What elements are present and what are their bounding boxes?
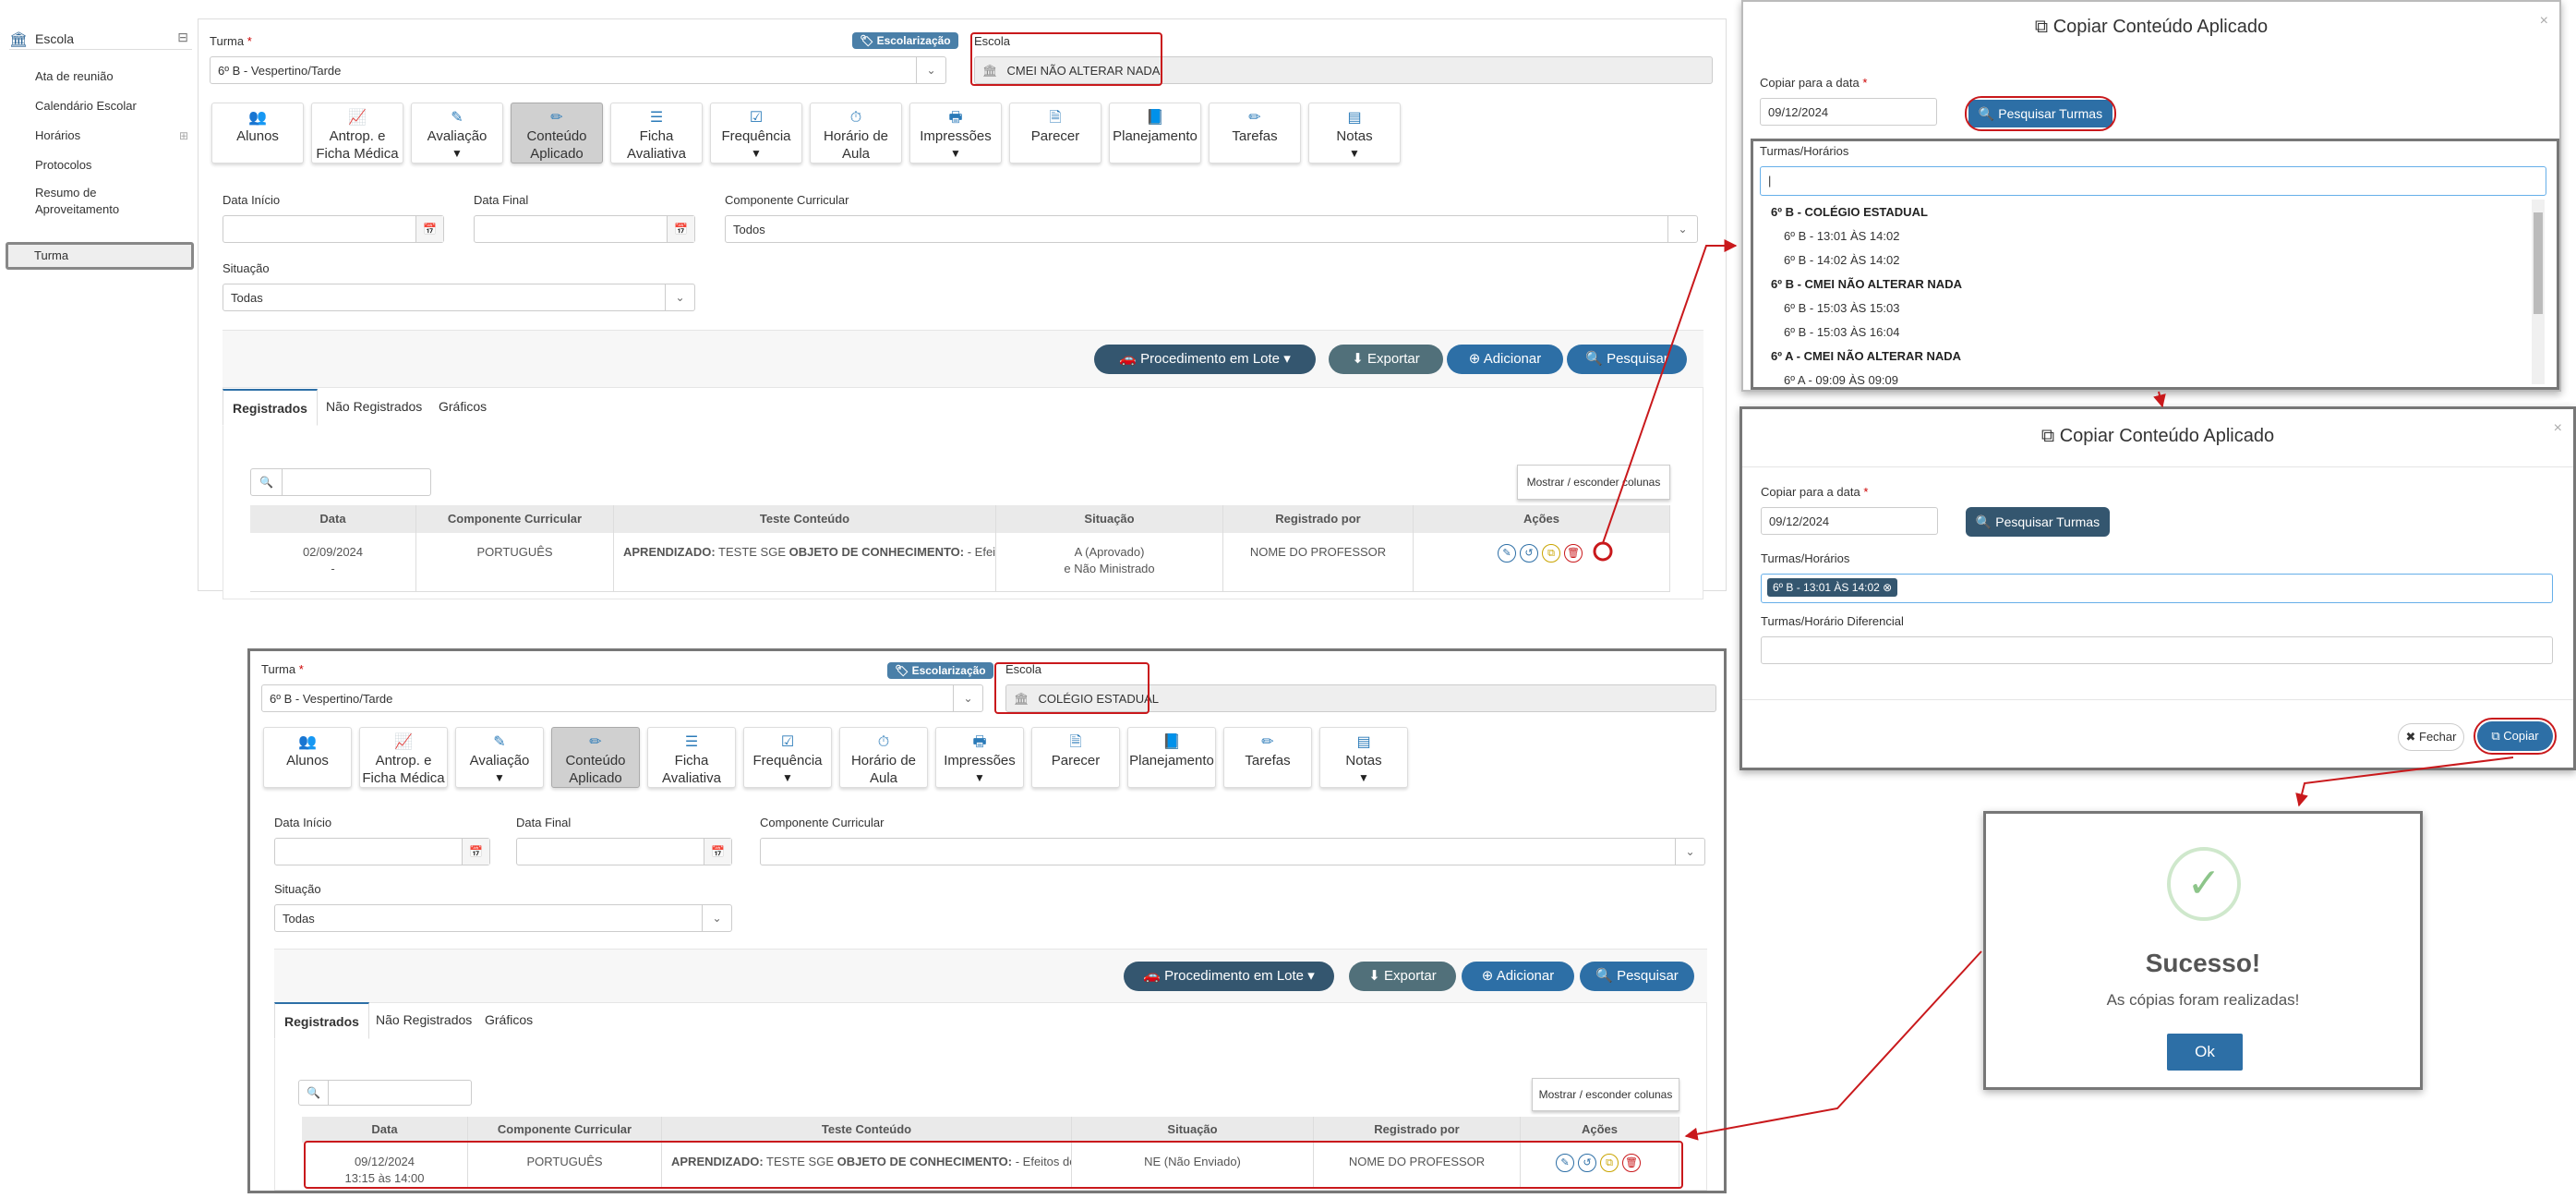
arrow-to-new-row [1684, 950, 1982, 1141]
arrow-to-modal2 [2153, 391, 2166, 408]
arrow-to-modal [1602, 239, 1738, 544]
highlight-copy-icon [1593, 541, 1613, 562]
annotation-arrows [1593, 239, 2514, 1141]
arrow-to-success [2295, 756, 2514, 807]
